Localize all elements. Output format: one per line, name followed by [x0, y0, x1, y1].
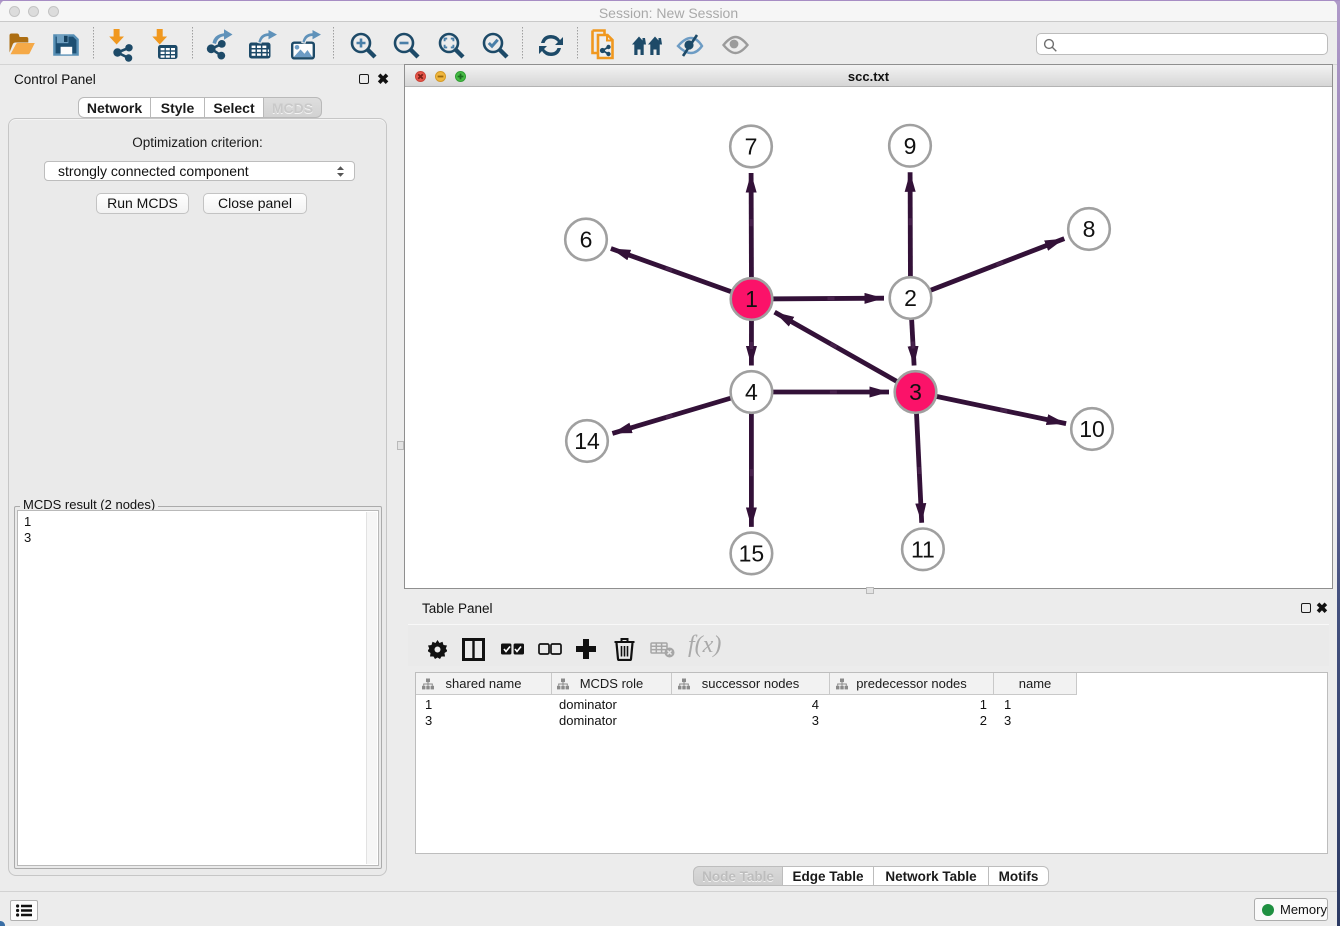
svg-text:10: 10: [1079, 416, 1105, 442]
svg-text:7: 7: [745, 134, 758, 160]
svg-text:2: 2: [904, 285, 917, 311]
svg-text:14: 14: [574, 428, 600, 454]
svg-text:15: 15: [739, 540, 765, 566]
svg-text:9: 9: [904, 133, 917, 159]
svg-text:8: 8: [1083, 216, 1096, 242]
svg-text:4: 4: [745, 379, 758, 405]
svg-text:3: 3: [909, 379, 922, 405]
svg-text:6: 6: [580, 227, 593, 253]
svg-text:11: 11: [911, 536, 935, 562]
svg-text:1: 1: [745, 286, 758, 312]
